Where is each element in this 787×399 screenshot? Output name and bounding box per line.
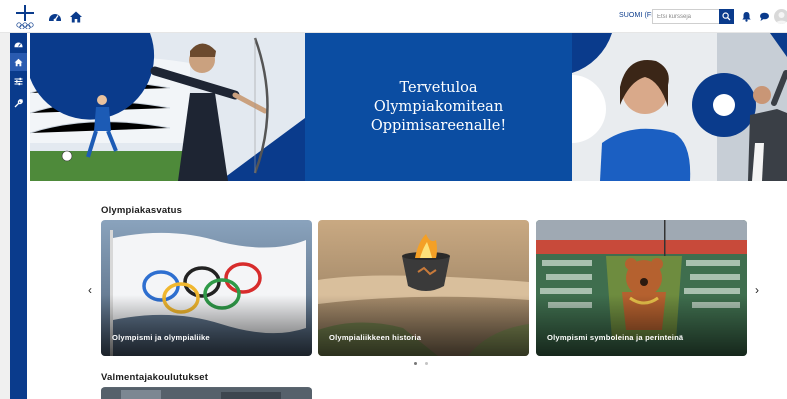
left-rail bbox=[0, 33, 10, 399]
course-card[interactable]: Olympismi ja olympialiike bbox=[101, 220, 312, 356]
carousel-next-button[interactable]: › bbox=[751, 283, 763, 297]
course-card[interactable]: Olympismi symboleina ja perinteinä bbox=[536, 220, 747, 356]
sliders-icon bbox=[14, 77, 23, 85]
language-menu[interactable]: SUOMI (FI) bbox=[619, 12, 656, 19]
hero-image-athletes-right bbox=[572, 33, 787, 181]
course-card-partial[interactable] bbox=[101, 387, 312, 399]
carousel-indicators bbox=[414, 362, 428, 365]
course-card[interactable]: Olympialiikkeen historia bbox=[318, 220, 529, 356]
sidebar-home-button[interactable] bbox=[10, 53, 27, 71]
section-title-coach-training: Valmentajakoulutukset bbox=[101, 372, 209, 383]
course-card-title: Olympismi symboleina ja perinteinä bbox=[547, 333, 684, 342]
olympic-committee-logo[interactable] bbox=[12, 5, 38, 29]
user-avatar[interactable] bbox=[774, 9, 787, 24]
course-card-image-coach bbox=[101, 388, 312, 399]
hero-photo-left bbox=[30, 33, 305, 181]
course-card-title: Olympialiikkeen historia bbox=[329, 333, 422, 342]
hero-photo-right bbox=[572, 33, 787, 181]
sidebar bbox=[10, 33, 27, 399]
page: SUOMI (FI) Etsi kursseja Tervetuloa Olym… bbox=[0, 0, 787, 399]
hero-banner: Tervetuloa Olympiakomitean Oppimisareena… bbox=[30, 33, 787, 181]
carousel-prev-button[interactable]: ‹ bbox=[84, 283, 96, 297]
carousel-dot[interactable] bbox=[425, 362, 428, 365]
top-navbar: SUOMI (FI) bbox=[0, 0, 787, 33]
chevron-right-icon: › bbox=[755, 283, 759, 297]
search-input[interactable] bbox=[652, 9, 719, 24]
search-button[interactable] bbox=[719, 9, 734, 24]
bell-icon[interactable] bbox=[741, 11, 752, 22]
wrench-icon bbox=[14, 98, 23, 107]
home-icon[interactable] bbox=[69, 10, 83, 24]
chevron-left-icon: ‹ bbox=[88, 283, 92, 297]
hero-image-athletes-left bbox=[30, 33, 305, 181]
sidebar-admin-button[interactable] bbox=[10, 94, 27, 112]
sidebar-filters-button[interactable] bbox=[10, 72, 27, 90]
hero-welcome-panel: Tervetuloa Olympiakomitean Oppimisareena… bbox=[305, 33, 572, 181]
home-icon bbox=[14, 58, 23, 66]
section-title-olympic-education: Olympiakasvatus bbox=[101, 205, 183, 216]
dashboard-icon[interactable] bbox=[48, 10, 62, 24]
chat-bubble-icon[interactable] bbox=[759, 11, 770, 22]
search-icon bbox=[722, 12, 731, 21]
carousel-dot-active[interactable] bbox=[414, 362, 417, 365]
user-icon bbox=[775, 12, 787, 24]
sidebar-dashboard-button[interactable] bbox=[10, 35, 27, 53]
hero-title: Tervetuloa Olympiakomitean Oppimisareena… bbox=[370, 79, 507, 134]
dashboard-icon bbox=[14, 42, 23, 47]
course-card-title: Olympismi ja olympialiike bbox=[112, 333, 210, 342]
